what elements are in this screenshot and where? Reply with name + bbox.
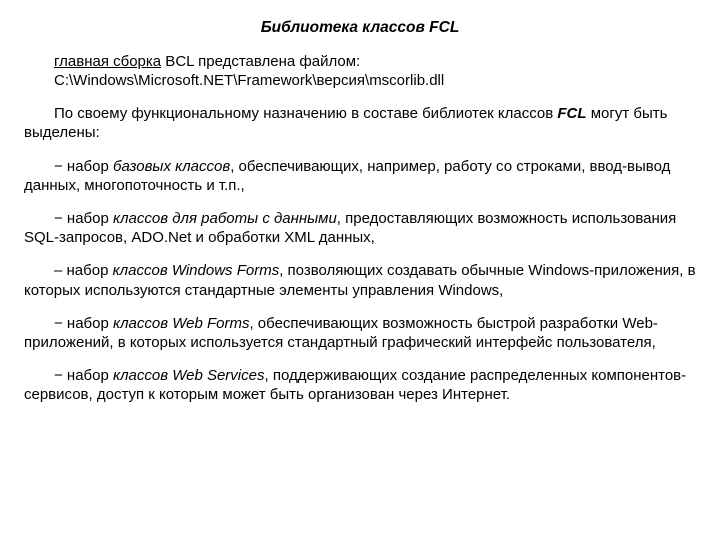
item-em: классов для работы с данными bbox=[113, 210, 337, 227]
item-dash: − набор bbox=[54, 315, 113, 332]
item-em: базовых классов bbox=[113, 158, 230, 175]
list-item: – набор классов Windows Forms, позволяющ… bbox=[24, 261, 696, 299]
assembly-label: главная сборка bbox=[54, 53, 161, 70]
assembly-block: главная сборка BCL представлена файлом: … bbox=[54, 52, 696, 90]
list-item: − набор классов Web Forms, обеспечивающи… bbox=[24, 314, 696, 352]
assembly-path: C:\Windows\Microsoft.NET\Framework\верси… bbox=[54, 72, 444, 89]
intro-pre: По своему функциональному назначению в с… bbox=[54, 105, 557, 122]
assembly-line1-rest: BCL представлена файлом: bbox=[161, 53, 360, 70]
item-dash: − набор bbox=[54, 210, 113, 227]
page-title: Библиотека классов FCL bbox=[24, 18, 696, 38]
intro-paragraph: По своему функциональному назначению в с… bbox=[24, 104, 696, 142]
item-dash: – набор bbox=[54, 262, 113, 279]
item-em: классов Web Services bbox=[113, 367, 264, 384]
intro-fcl: FCL bbox=[557, 105, 586, 122]
item-dash: − набор bbox=[54, 367, 113, 384]
item-em: классов Windows Forms bbox=[113, 262, 280, 279]
list-item: − набор классов для работы с данными, пр… bbox=[24, 209, 696, 247]
list-item: − набор классов Web Services, поддержива… bbox=[24, 366, 696, 404]
item-em: классов Web Forms bbox=[113, 315, 249, 332]
item-dash: − набор bbox=[54, 158, 113, 175]
list-item: − набор базовых классов, обеспечивающих,… bbox=[24, 157, 696, 195]
